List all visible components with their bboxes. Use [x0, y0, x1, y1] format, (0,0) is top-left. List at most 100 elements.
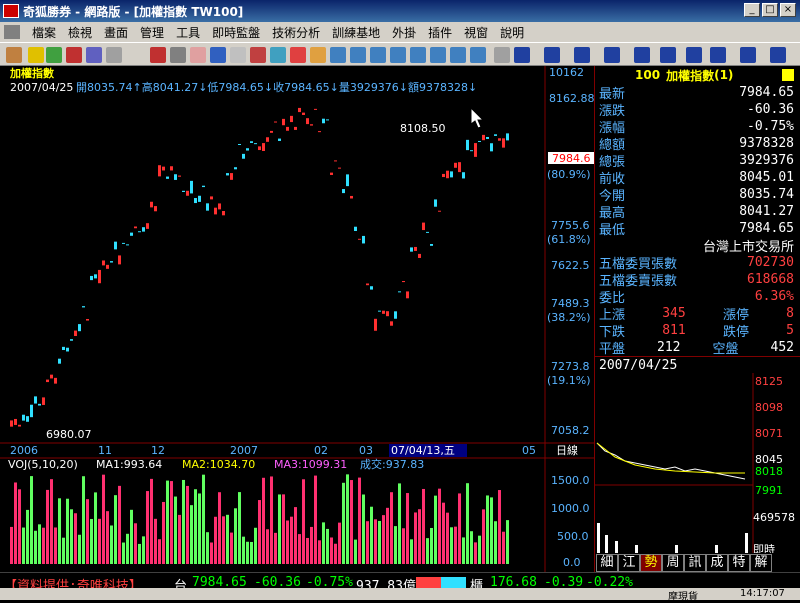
buy-row: 五檔委買張數 702730 [599, 255, 794, 272]
volume-bar [106, 511, 109, 564]
cross-icon[interactable] [66, 47, 82, 63]
mini-price-line [596, 442, 746, 480]
person-icon[interactable] [190, 47, 206, 63]
menu-view[interactable]: 檢視 [62, 24, 98, 41]
pencil-icon[interactable] [310, 47, 326, 63]
tab-jiang[interactable]: 江 [618, 554, 640, 572]
menu-file[interactable]: 檔案 [26, 24, 62, 41]
ray-tool-icon[interactable] [544, 47, 560, 63]
period-label[interactable]: 日線 [556, 443, 578, 457]
move-icon[interactable] [46, 47, 62, 63]
toolbar [0, 42, 800, 66]
rsi-icon[interactable] [28, 47, 44, 63]
volume-bar [442, 502, 445, 564]
tab-trades[interactable]: 成 [706, 554, 728, 572]
layout5-icon[interactable] [410, 47, 426, 63]
tab-explain[interactable]: 解 [750, 554, 772, 572]
fan-tool-icon[interactable] [634, 47, 650, 63]
volume-bar [338, 522, 341, 564]
ellipse-tool-icon[interactable] [740, 47, 756, 63]
price-chart-panel[interactable]: 加權指數 2007/04/25 開8035.74↑高8041.27↓低7984.… [0, 66, 595, 572]
candle [170, 166, 173, 171]
rect-tool-icon[interactable] [710, 47, 726, 63]
candle [18, 424, 21, 427]
close-button[interactable]: × [780, 3, 796, 17]
tab-trend[interactable]: 勢 [640, 554, 662, 572]
volume-bar [326, 528, 329, 564]
menu-monitor[interactable]: 即時監盤 [206, 24, 266, 41]
hline-tool-icon[interactable] [686, 47, 702, 63]
info-date: 2007/04/25 [10, 81, 73, 94]
minimize-button[interactable]: _ [744, 3, 760, 17]
mini-axis-0: 8125 [755, 375, 783, 388]
grid-icon[interactable] [86, 47, 102, 63]
layout8-icon[interactable] [470, 47, 486, 63]
menu-tools[interactable]: 工具 [170, 24, 206, 41]
tab-detail[interactable]: 細 [596, 554, 618, 572]
volume-bar [230, 532, 233, 564]
app-icon [3, 4, 19, 18]
menu-screen[interactable]: 畫面 [98, 24, 134, 41]
volume-bar [330, 537, 333, 564]
candle [46, 379, 49, 383]
layout4-icon[interactable] [390, 47, 406, 63]
layout2-icon[interactable] [350, 47, 366, 63]
menu-plugin[interactable]: 外掛 [386, 24, 422, 41]
volume-bar [210, 542, 213, 564]
broker-selector[interactable]: 摩現貨 [668, 588, 698, 603]
menu-analysis[interactable]: 技術分析 [266, 24, 326, 41]
volume-bar [34, 530, 37, 564]
layout7-icon[interactable] [450, 47, 466, 63]
line-tool-icon[interactable] [514, 47, 530, 63]
trend-tool-icon[interactable] [660, 47, 676, 63]
search-icon[interactable] [250, 47, 266, 63]
mini-vol-bars [597, 523, 748, 553]
alarm-icon[interactable] [290, 47, 306, 63]
menu-training[interactable]: 訓練基地 [326, 24, 386, 41]
menu-icon[interactable] [782, 69, 794, 81]
sell-row: 五檔委賣張數 618668 [599, 272, 794, 289]
volume-bar [238, 492, 241, 564]
glasses-icon[interactable] [170, 47, 186, 63]
volume-bar [58, 498, 61, 564]
tab-week[interactable]: 周 [662, 554, 684, 572]
book-icon[interactable] [210, 47, 226, 63]
doc-icon[interactable] [4, 25, 20, 39]
vol-ma3: MA3:1099.31 [274, 458, 347, 471]
volume-bar [366, 521, 369, 564]
candle [194, 198, 197, 204]
candle [182, 190, 185, 192]
maximize-button[interactable]: □ [762, 3, 778, 17]
menu-manage[interactable]: 管理 [134, 24, 170, 41]
weight-dropdown[interactable] [106, 47, 122, 63]
candle [290, 115, 293, 123]
candle [502, 138, 505, 148]
list-icon[interactable] [270, 47, 286, 63]
candlestick-chart[interactable]: 加權指數 2007/04/25 開8035.74↑高8041.27↓低7984.… [0, 66, 595, 572]
angle-tool-icon[interactable] [574, 47, 590, 63]
menu-addon[interactable]: 插件 [422, 24, 458, 41]
volume-bar [46, 489, 49, 564]
intraday-mini-chart[interactable]: 8125 8098 8071 8045 8018 7991 469578 即時 [595, 373, 800, 556]
candle [278, 138, 281, 141]
candle [350, 195, 353, 199]
tab-news[interactable]: 訊 [684, 554, 706, 572]
volume-bar [434, 495, 437, 564]
candle [174, 174, 177, 180]
candle [358, 238, 361, 240]
layout1-icon[interactable] [330, 47, 346, 63]
candle [434, 199, 437, 207]
candle [22, 414, 25, 421]
menu-help[interactable]: 說明 [494, 24, 530, 41]
candle [462, 172, 465, 179]
tab-special[interactable]: 特 [728, 554, 750, 572]
home-icon[interactable] [6, 47, 22, 63]
pointer-icon[interactable] [494, 47, 510, 63]
menu-window[interactable]: 視窗 [458, 24, 494, 41]
channel-tool-icon[interactable] [604, 47, 620, 63]
layout3-icon[interactable] [370, 47, 386, 63]
layout6-icon[interactable] [430, 47, 446, 63]
shape-tool-icon[interactable] [770, 47, 786, 63]
window-icon[interactable] [230, 47, 246, 63]
circle-icon[interactable] [150, 47, 166, 63]
